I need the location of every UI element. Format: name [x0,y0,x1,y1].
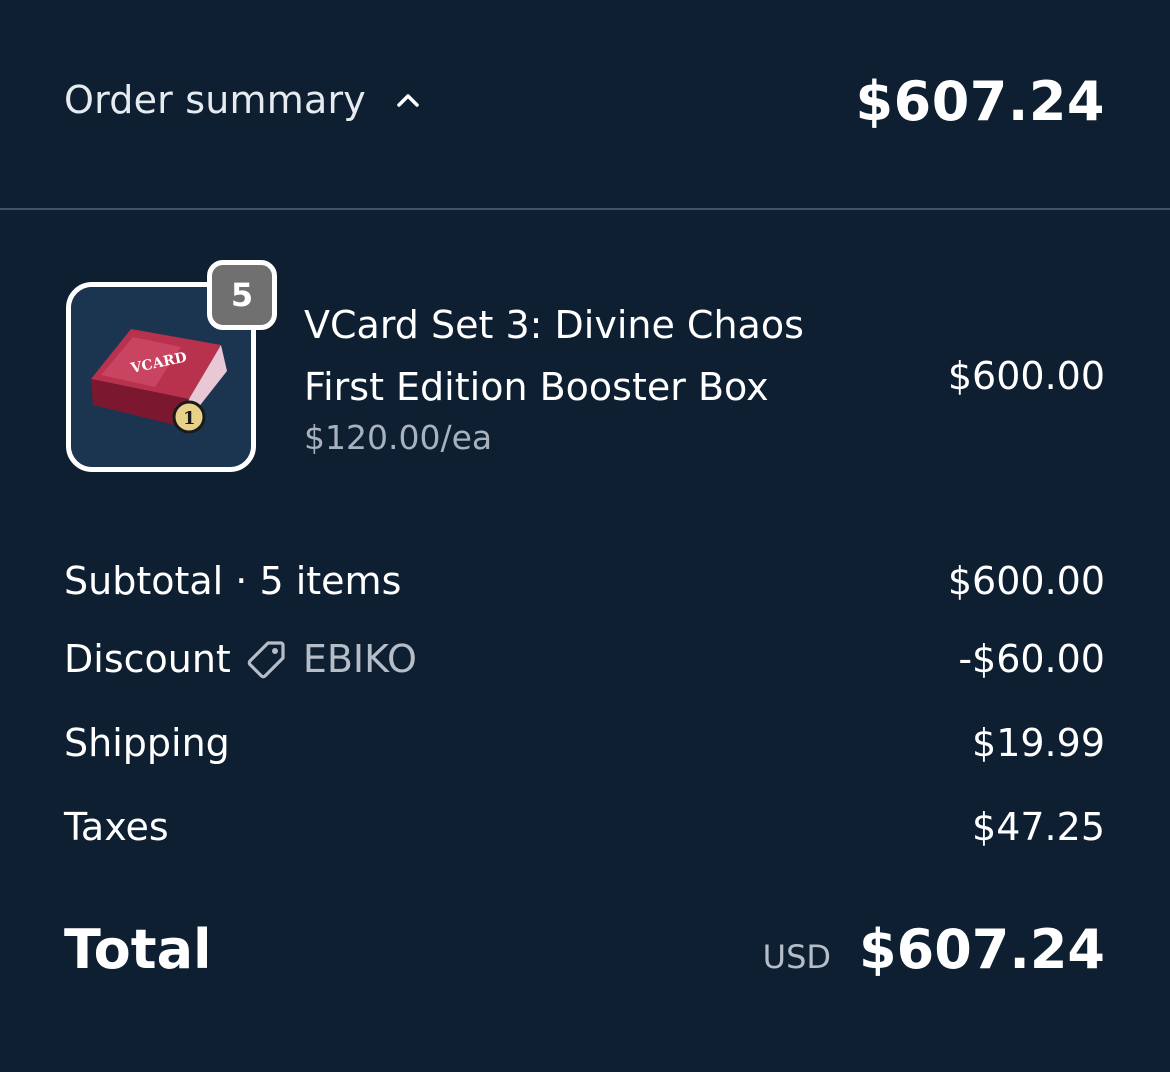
tag-icon [247,639,287,679]
total-amount-group: USD $607.24 [763,918,1105,981]
shipping-value: $19.99 [972,721,1105,765]
svg-text:1: 1 [183,408,196,429]
discount-row: Discount EBIKO -$60.00 [64,634,1105,684]
shipping-label: Shipping [64,721,230,765]
total-label: Total [64,918,212,981]
taxes-value: $47.25 [972,805,1105,849]
order-summary-toggle[interactable]: Order summary [64,78,422,122]
product-title-line1: VCard Set 3: Divine Chaos [304,303,804,347]
discount-label-group: Discount EBIKO [64,637,417,681]
discount-value: -$60.00 [958,637,1105,681]
product-thumbnail-wrapper: VCARD 1 5 [66,260,277,472]
total-row: Total USD $607.24 [64,918,1105,988]
order-summary-header: Order summary $607.24 [0,0,1170,210]
order-summary-label: Order summary [64,78,366,122]
line-item-price: $600.00 [947,354,1105,398]
taxes-row: Taxes $47.25 [64,802,1105,852]
quantity-badge: 5 [207,260,277,330]
discount-label: Discount [64,637,231,681]
total-value: $607.24 [859,918,1105,981]
chevron-up-icon [394,86,422,114]
unit-price: $120.00/ea [304,418,493,457]
subtotal-value: $600.00 [947,559,1105,603]
currency-code: USD [762,938,832,976]
header-total-price: $607.24 [855,70,1105,133]
shipping-row: Shipping $19.99 [64,718,1105,768]
discount-code: EBIKO [302,637,417,681]
product-title-line2: First Edition Booster Box [304,365,769,409]
subtotal-row: Subtotal · 5 items $600.00 [64,556,1105,606]
taxes-label: Taxes [64,805,169,849]
subtotal-label: Subtotal · 5 items [64,559,402,603]
product-title: VCard Set 3: Divine Chaos First Edition … [304,294,864,418]
